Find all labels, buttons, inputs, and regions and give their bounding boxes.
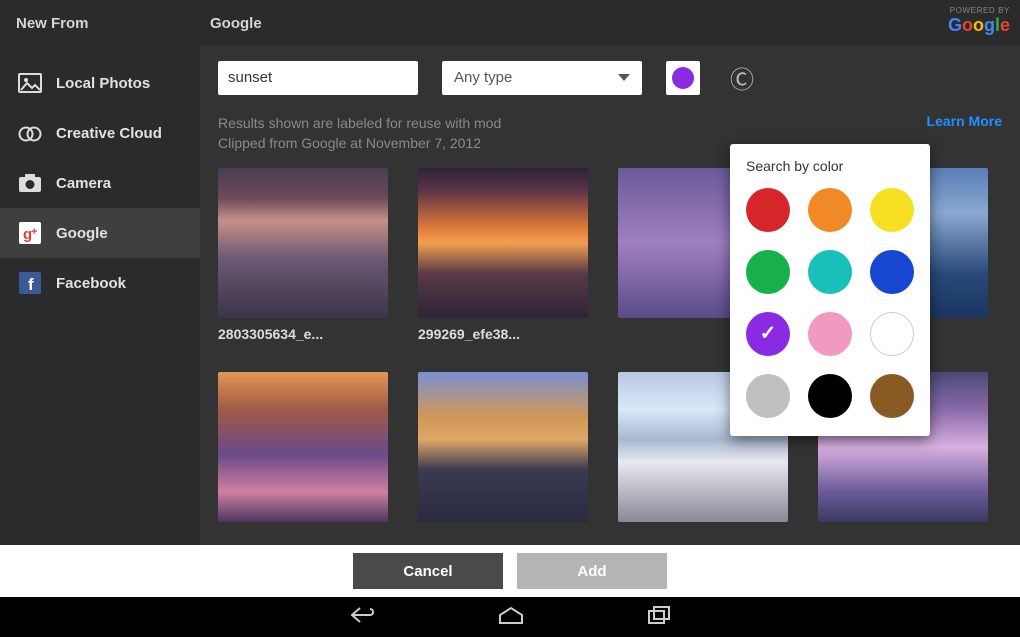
back-icon[interactable] — [348, 605, 376, 630]
result-thumbnail — [218, 372, 388, 522]
footer-bar: Cancel Add — [0, 545, 1020, 597]
color-swatch[interactable] — [870, 250, 914, 294]
header-new-from: New From — [0, 15, 200, 32]
google-logo: Google — [948, 15, 1010, 36]
color-swatch[interactable] — [808, 250, 852, 294]
sidebar-item-local-photos[interactable]: Local Photos — [0, 58, 200, 108]
check-icon: ✓ — [760, 320, 777, 345]
sidebar-item-label: Facebook — [56, 275, 126, 292]
color-swatch-grid: ✓ — [746, 188, 914, 418]
chevron-down-icon — [618, 74, 630, 81]
result-filename: 2803305634_e... — [218, 326, 388, 342]
color-swatch[interactable] — [746, 188, 790, 232]
color-swatch[interactable] — [746, 374, 790, 418]
photo-icon — [16, 72, 44, 94]
color-swatch[interactable] — [808, 312, 852, 356]
color-swatch[interactable] — [808, 374, 852, 418]
color-swatch[interactable]: ✓ — [746, 312, 790, 356]
android-nav-bar — [0, 597, 1020, 637]
google-plus-icon: g+ — [16, 222, 44, 244]
selected-color-swatch — [672, 67, 694, 89]
camera-icon — [16, 172, 44, 194]
result-thumbnail — [218, 168, 388, 318]
sidebar-item-google[interactable]: g+ Google — [0, 208, 200, 258]
color-swatch[interactable] — [870, 188, 914, 232]
sidebar-item-creative-cloud[interactable]: Creative Cloud — [0, 108, 200, 158]
type-dropdown[interactable]: Any type — [442, 61, 642, 95]
sidebar-item-camera[interactable]: Camera — [0, 158, 200, 208]
copyright-icon[interactable]: Ⓒ — [730, 60, 754, 95]
learn-more-link[interactable]: Learn More — [927, 113, 1002, 129]
color-swatch[interactable] — [746, 250, 790, 294]
result-thumbnail — [418, 168, 588, 318]
color-popover-title: Search by color — [746, 158, 914, 174]
svg-text:f: f — [28, 275, 34, 294]
result-item[interactable]: 299269_efe38... — [418, 168, 588, 342]
results-info: Results shown are labeled for reuse with… — [218, 113, 501, 154]
source-sidebar: Local Photos Creative Cloud Camera g+ Go… — [0, 46, 200, 547]
sidebar-item-label: Creative Cloud — [56, 125, 162, 142]
color-swatch[interactable] — [808, 188, 852, 232]
type-dropdown-label: Any type — [454, 69, 512, 86]
svg-text:+: + — [31, 226, 37, 238]
color-swatch[interactable] — [870, 374, 914, 418]
sidebar-item-label: Local Photos — [56, 75, 150, 92]
result-item[interactable]: 2803305634_e... — [218, 168, 388, 342]
add-button[interactable]: Add — [517, 553, 667, 589]
sidebar-item-label: Google — [56, 225, 108, 242]
recent-apps-icon[interactable] — [646, 605, 672, 630]
result-thumbnail — [418, 372, 588, 522]
header-section-title: Google — [200, 15, 262, 32]
search-input[interactable] — [218, 61, 418, 95]
result-filename: 299269_efe38... — [418, 326, 588, 342]
home-icon[interactable] — [496, 605, 526, 630]
color-filter-button[interactable] — [666, 61, 700, 95]
result-item[interactable] — [218, 372, 388, 522]
result-item[interactable] — [418, 372, 588, 522]
cancel-button[interactable]: Cancel — [353, 553, 503, 589]
sidebar-item-label: Camera — [56, 175, 111, 192]
sidebar-item-facebook[interactable]: f Facebook — [0, 258, 200, 308]
color-swatch[interactable] — [870, 312, 914, 356]
color-popover: Search by color ✓ — [730, 144, 930, 436]
powered-by-google: POWERED BY Google — [948, 6, 1010, 36]
creative-cloud-icon — [16, 122, 44, 144]
facebook-icon: f — [16, 272, 44, 294]
powered-label: POWERED BY — [948, 6, 1010, 15]
